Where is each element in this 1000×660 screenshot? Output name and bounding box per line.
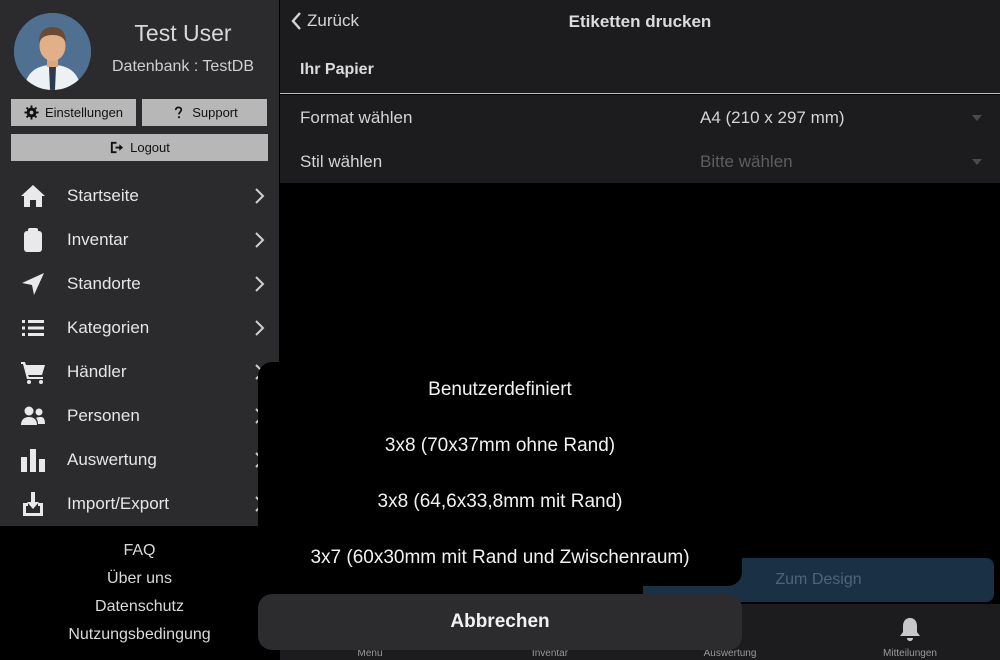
format-select[interactable]: Format wählen A4 (210 x 297 mm) bbox=[280, 95, 1000, 139]
list-icon bbox=[20, 315, 46, 341]
database-name: Datenbank : TestDB bbox=[111, 58, 254, 75]
paper-section-header: Ihr Papier bbox=[280, 44, 1000, 94]
sidebar-item-label: Kategorien bbox=[67, 318, 150, 337]
chevron-right-icon bbox=[255, 188, 265, 204]
terms-link[interactable]: Nutzungsbedingung bbox=[0, 621, 279, 649]
home-icon bbox=[20, 183, 46, 209]
user-avatar-icon bbox=[14, 13, 91, 90]
sidebar-item-startseite[interactable]: Startseite bbox=[0, 174, 279, 218]
bar-chart-icon bbox=[20, 447, 46, 473]
avatar[interactable] bbox=[14, 13, 91, 90]
option-3x7-zwischenraum[interactable]: 3x7 (60x30mm mit Rand und Zwischenraum) bbox=[258, 530, 742, 586]
style-placeholder: Bitte wählen bbox=[700, 152, 793, 171]
faq-link[interactable]: FAQ bbox=[0, 537, 279, 565]
caret-down-icon bbox=[972, 159, 982, 165]
option-3x8-mit-rand[interactable]: 3x8 (64,6x33,8mm mit Rand) bbox=[258, 474, 742, 530]
gear-icon bbox=[24, 105, 39, 120]
sidebar-item-kategorien[interactable]: Kategorien bbox=[0, 306, 279, 350]
cart-icon bbox=[20, 359, 46, 385]
sidebar-item-label: Startseite bbox=[67, 186, 139, 205]
sidebar-item-label: Inventar bbox=[67, 230, 129, 249]
settings-button[interactable]: Einstellungen bbox=[11, 99, 136, 126]
sidebar-item-haendler[interactable]: Händler bbox=[0, 350, 279, 394]
option-3x8-ohne-rand[interactable]: 3x8 (70x37mm ohne Rand) bbox=[258, 418, 742, 474]
sidebar-item-inventar[interactable]: Inventar bbox=[0, 218, 279, 262]
sidebar-item-label: Import/Export bbox=[67, 494, 170, 513]
sidebar: Test User Datenbank : TestDB Einstellung… bbox=[0, 0, 279, 660]
download-icon bbox=[20, 491, 46, 517]
sidebar-nav: Startseite Inventar Standorte Kategorien bbox=[0, 174, 279, 526]
sidebar-item-standorte[interactable]: Standorte bbox=[0, 262, 279, 306]
page-title: Etiketten drucken bbox=[568, 12, 712, 31]
location-arrow-icon bbox=[20, 271, 46, 297]
sidebar-item-label: Händler bbox=[67, 362, 127, 381]
clipboard-icon bbox=[20, 227, 46, 253]
support-button[interactable]: Support bbox=[142, 99, 267, 126]
sidebar-item-label: Personen bbox=[67, 406, 140, 425]
logout-icon bbox=[110, 141, 124, 154]
footer-links: FAQ Über uns Datenschutz Nutzungsbedingu… bbox=[0, 526, 279, 660]
format-label: Format wählen bbox=[300, 108, 413, 127]
user-name: Test User bbox=[134, 20, 232, 46]
about-link[interactable]: Über uns bbox=[0, 565, 279, 593]
caret-down-icon bbox=[972, 115, 982, 121]
bell-icon bbox=[898, 616, 922, 642]
sidebar-item-import-export[interactable]: Import/Export bbox=[0, 482, 279, 526]
privacy-link[interactable]: Datenschutz bbox=[0, 593, 279, 621]
sidebar-item-personen[interactable]: Personen bbox=[0, 394, 279, 438]
sidebar-item-auswertung[interactable]: Auswertung bbox=[0, 438, 279, 482]
option-benutzerdefiniert[interactable]: Benutzerdefiniert bbox=[258, 362, 742, 418]
format-action-sheet: Benutzerdefiniert 3x8 (70x37mm ohne Rand… bbox=[258, 362, 742, 586]
tab-mitteilungen[interactable]: Mitteilungen bbox=[820, 604, 1000, 660]
logout-button[interactable]: Logout bbox=[11, 134, 268, 161]
cancel-button[interactable]: Abbrechen bbox=[258, 594, 742, 650]
style-label: Stil wählen bbox=[300, 152, 383, 171]
logout-label: Logout bbox=[130, 140, 170, 155]
chevron-right-icon bbox=[255, 232, 265, 248]
support-label: Support bbox=[192, 105, 238, 120]
format-value: A4 (210 x 297 mm) bbox=[700, 108, 845, 127]
chevron-right-icon bbox=[255, 276, 265, 292]
section-title: Ihr Papier bbox=[300, 61, 374, 78]
style-select[interactable]: Stil wählen Bitte wählen bbox=[280, 139, 1000, 183]
navigation-bar: Zurück Etiketten drucken bbox=[280, 0, 1000, 44]
settings-label: Einstellungen bbox=[44, 105, 124, 120]
users-icon bbox=[20, 403, 46, 429]
tab-label: Mitteilungen bbox=[883, 648, 937, 659]
sidebar-item-label: Standorte bbox=[67, 274, 141, 293]
chevron-right-icon bbox=[255, 320, 265, 336]
sidebar-item-label: Auswertung bbox=[67, 450, 157, 469]
question-icon bbox=[175, 106, 183, 119]
